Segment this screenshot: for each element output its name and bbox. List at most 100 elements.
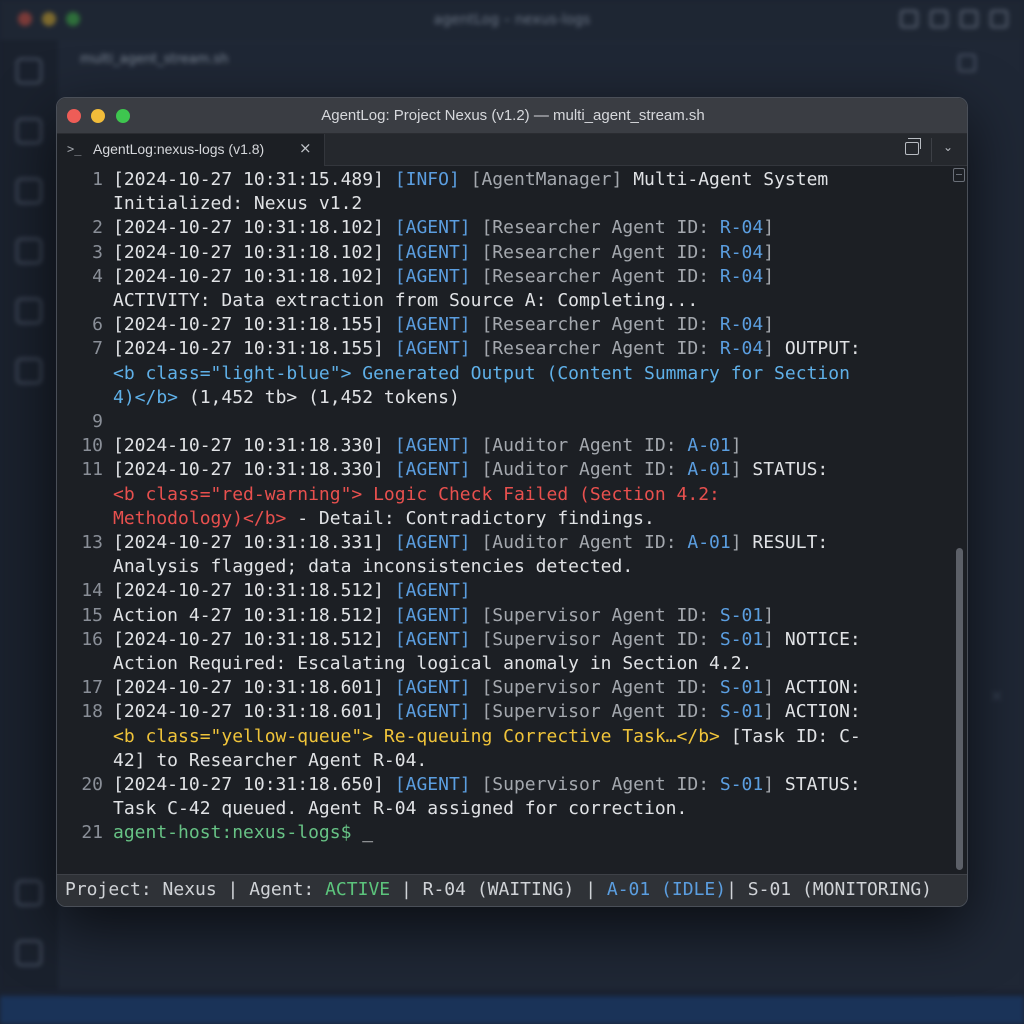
scrollbar-thumb[interactable] [956, 548, 963, 870]
split-pane-icon[interactable] [905, 138, 921, 155]
close-tab-icon[interactable]: × [299, 139, 312, 157]
background-new-icon [958, 54, 976, 72]
background-user-icon [16, 880, 42, 906]
background-scm-icon [16, 178, 42, 204]
log-line: [2024-10-27 10:31:18.512] [AGENT] [Super… [113, 628, 953, 652]
line-number: 1 [92, 169, 103, 190]
log-message: [Task ID: C- [719, 725, 861, 747]
line-number: 21 [81, 822, 103, 844]
log-agent-id: R-04 [719, 338, 764, 360]
log-agent-bracket: ] [763, 604, 775, 626]
line-number: 3 [92, 241, 103, 263]
log-highlight-yellow: <b class="yellow-queue"> Re-queuing Corr… [113, 725, 720, 747]
chevron-down-icon[interactable]: ⌄ [943, 140, 953, 154]
log-message: (1,452 tb> (1,452 tokens) [178, 386, 460, 408]
log-level-tag: [AGENT] [394, 314, 471, 336]
log-line: [2024-10-27 10:31:18.601] [AGENT] [Super… [113, 700, 953, 724]
log-agent-id: S-01 [719, 774, 764, 795]
log-line: ACTIVITY: Data extraction from Source A:… [113, 289, 953, 313]
log-agent-id: S-01 [719, 701, 764, 723]
log-timestamp: [2024-10-27 10:31:18.601] [113, 701, 395, 723]
line-number: 10 [81, 435, 103, 457]
log-line: [2024-10-27 10:31:15.489] [INFO] [AgentM… [113, 168, 953, 192]
background-sidebar-icon [960, 10, 978, 28]
tab-nexus-logs[interactable]: >_ AgentLog:nexus-logs (v1.8) × [57, 134, 325, 166]
log-agent-bracket: ] [763, 217, 775, 239]
background-files-icon [16, 58, 42, 84]
line-number: 11 [81, 459, 103, 481]
log-highlight-blue: <b class="light-blue"> Generated Output … [113, 362, 850, 384]
log-line: [2024-10-27 10:31:18.330] [AGENT] [Audit… [113, 458, 953, 482]
shell-prompt: agent-host:nexus-logs$ [113, 822, 352, 844]
log-agent: [Auditor Agent ID: [470, 532, 688, 553]
log-timestamp: [2024-10-27 10:31:18.330] [113, 435, 395, 457]
log-line: 4)</b> (1,452 tb> (1,452 tokens) [113, 386, 953, 410]
log-agent-bracket: ] [763, 701, 775, 723]
status-project: Project: Nexus | Agent: [65, 879, 326, 900]
log-agent-bracket: ] [763, 774, 775, 795]
log-level-tag: [AGENT] [394, 604, 471, 626]
status-bar: Project: Nexus | Agent: ACTIVE | R-04 (W… [57, 874, 967, 906]
log-agent: [AgentManager] [459, 169, 623, 190]
log-timestamp: [2024-10-27 10:31:18.601] [113, 677, 395, 699]
log-line: Initialized: Nexus v1.2 [113, 192, 953, 216]
log-message: ACTION: [774, 701, 861, 723]
log-message: - Detail: Contradictory findings. [286, 507, 655, 529]
log-agent-id: A-01 [687, 459, 731, 481]
log-line: [2024-10-27 10:31:18.155] [AGENT] [Resea… [113, 337, 953, 361]
background-account-icon [16, 358, 42, 384]
log-agent: [Supervisor Agent ID: [470, 677, 720, 699]
window-titlebar[interactable]: AgentLog: Project Nexus (v1.2) — multi_a… [57, 98, 967, 134]
background-activity-bar [0, 40, 58, 990]
log-timestamp: [2024-10-27 10:31:18.102] [113, 241, 395, 263]
log-message: Analysis flagged; data inconsistencies d… [113, 556, 634, 578]
log-timestamp: Action 4-27 10:31:18.512] [113, 604, 395, 626]
log-message: Initialized: Nexus v1.2 [113, 193, 363, 215]
log-level-tag: [AGENT] [394, 217, 471, 239]
line-number: 16 [81, 628, 103, 650]
tab-label: AgentLog:nexus-logs (v1.8) [93, 141, 265, 157]
log-line: [2024-10-27 10:31:18.102] [AGENT] [Resea… [113, 241, 953, 265]
log-line: [2024-10-27 10:31:18.330] [AGENT] [Audit… [113, 434, 953, 458]
log-line: [2024-10-27 10:31:18.155] [AGENT] [Resea… [113, 313, 953, 337]
log-line: <b class="light-blue"> Generated Output … [113, 362, 953, 386]
log-agent: [Supervisor Agent ID: [470, 774, 720, 795]
log-level-tag: [AGENT] [394, 532, 471, 553]
log-timestamp: [2024-10-27 10:31:18.330] [113, 459, 395, 481]
log-agent: [Supervisor Agent ID: [470, 604, 720, 626]
log-message: STATUS: [774, 774, 861, 795]
line-number: 15 [81, 604, 103, 626]
cursor: _ [351, 822, 374, 844]
log-agent: [Auditor Agent ID: [470, 459, 688, 481]
log-agent-id: R-04 [719, 241, 764, 263]
log-message: STATUS: [741, 459, 829, 481]
log-agent: [Researcher Agent ID: [470, 217, 720, 239]
background-run-icon [16, 238, 42, 264]
tab-bar: >_ AgentLog:nexus-logs (v1.8) × ⌄ [57, 134, 967, 166]
log-agent-bracket: ] [763, 677, 775, 699]
log-agent-bracket: ] [763, 338, 775, 360]
log-agent-id: A-01 [687, 532, 731, 553]
log-agent: [Researcher Agent ID: [470, 338, 720, 360]
log-line: [2024-10-27 10:31:18.331] [AGENT] [Audit… [113, 531, 953, 555]
log-level-tag: [AGENT] [394, 241, 471, 263]
background-layout-icon [900, 10, 918, 28]
log-message: OUTPUT: [774, 338, 861, 360]
log-output[interactable]: 1 [2024-10-27 10:31:15.489] [INFO] [Agent… [57, 166, 957, 876]
log-agent: [Auditor Agent ID: [470, 435, 688, 457]
log-line: 42] to Researcher Agent R-04. [113, 749, 953, 773]
log-agent-bracket: ] [763, 265, 775, 287]
log-agent-id: R-04 [719, 265, 764, 287]
status-s01: | S-01 (MONITORING) [726, 879, 932, 900]
log-agent-bracket: ] [730, 435, 742, 457]
background-search-icon [16, 118, 42, 144]
log-agent-id: S-01 [719, 628, 764, 650]
log-level-tag: [AGENT] [394, 701, 471, 723]
log-timestamp: [2024-10-27 10:31:15.489] [113, 169, 395, 190]
scroll-up-button[interactable] [953, 168, 965, 182]
background-window-title: agentLog – nexus-logs [433, 12, 591, 28]
line-number: 2 [92, 217, 103, 239]
log-message: Task C-42 queued. Agent R-04 assigned fo… [113, 798, 688, 820]
log-timestamp: [2024-10-27 10:31:18.512] [113, 628, 395, 650]
log-agent-id: S-01 [719, 677, 764, 699]
